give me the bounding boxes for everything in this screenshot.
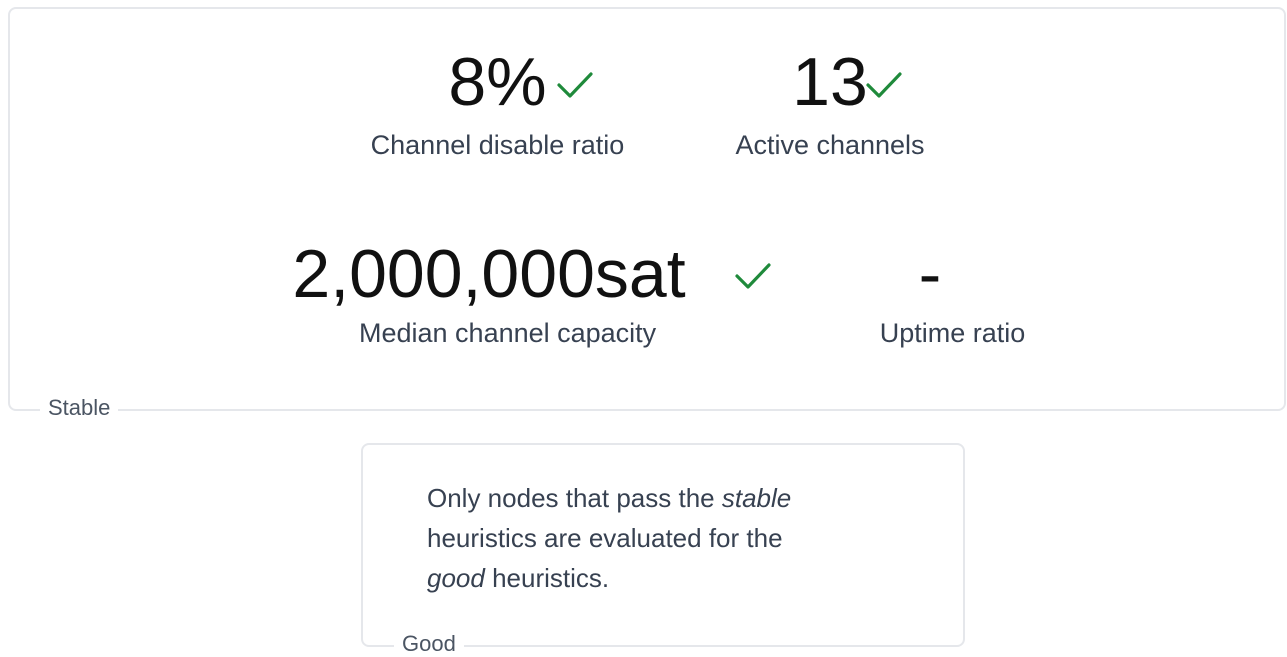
good-heuristics-note: Only nodes that pass the stable heuristi… — [427, 478, 867, 598]
metric-active-channels: 13 Active channels — [700, 40, 960, 162]
metric-median-channel-capacity: 2,000,000sat Median channel capacity — [258, 232, 778, 350]
metric-uptime-ratio: - Uptime ratio — [850, 232, 1055, 350]
check-icon — [734, 261, 772, 291]
note-emphasis-stable: stable — [721, 483, 792, 513]
metric-value: 8% — [448, 44, 547, 120]
metric-value: 13 — [792, 44, 868, 120]
check-icon — [865, 70, 903, 100]
metric-channel-disable-ratio: 8% Channel disable ratio — [340, 40, 655, 162]
stable-legend: Stable — [40, 395, 119, 421]
note-emphasis-good: good — [427, 563, 485, 593]
check-icon — [556, 70, 594, 100]
metric-label: Median channel capacity — [359, 318, 657, 348]
metric-value: 2,000,000sat — [292, 236, 686, 312]
metric-label: Channel disable ratio — [370, 130, 625, 160]
metric-value: - — [918, 236, 942, 312]
metric-label: Active channels — [735, 130, 925, 160]
metric-label: Uptime ratio — [879, 318, 1026, 348]
note-text: heuristics. — [484, 563, 610, 593]
good-legend: Good — [394, 631, 464, 657]
note-text: Only nodes that pass the — [427, 483, 722, 513]
note-text: heuristics are evaluated for the — [427, 523, 783, 553]
